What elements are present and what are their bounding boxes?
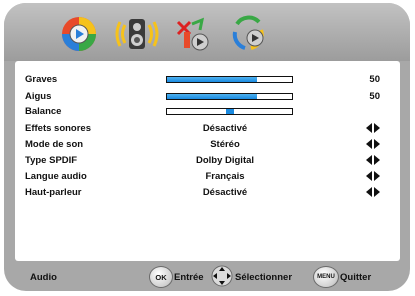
row-label: Balance bbox=[25, 106, 62, 117]
row-value: 50 bbox=[369, 91, 380, 102]
audio-speaker-icon bbox=[115, 19, 159, 49]
row-option-value: Français bbox=[205, 171, 245, 182]
ok-button-icon: OK bbox=[149, 266, 173, 288]
feature-tools-icon bbox=[176, 17, 209, 51]
tab-audio[interactable] bbox=[112, 11, 162, 57]
row-mode-de-son[interactable]: Mode de son Stéréo bbox=[25, 138, 390, 153]
enter-hint: Entrée bbox=[174, 272, 204, 283]
menu-button-label: MENU bbox=[317, 274, 335, 280]
row-label: Graves bbox=[25, 74, 58, 85]
row-label: Mode de son bbox=[25, 139, 84, 150]
row-value: 50 bbox=[369, 74, 380, 85]
row-effets-sonores[interactable]: Effets sonores Désactivé bbox=[25, 122, 390, 137]
row-type-spdif[interactable]: Type SPDIF Dolby Digital bbox=[25, 154, 390, 169]
row-option-value: Stéréo bbox=[210, 139, 240, 150]
treble-slider[interactable] bbox=[166, 93, 293, 100]
row-label: Effets sonores bbox=[25, 123, 91, 134]
row-haut-parleur[interactable]: Haut-parleur Désactivé bbox=[25, 186, 390, 201]
picture-icon bbox=[62, 17, 96, 51]
row-option-value: Dolby Digital bbox=[195, 155, 255, 166]
left-right-arrows-icon[interactable] bbox=[366, 123, 380, 133]
row-balance[interactable]: Balance bbox=[25, 105, 390, 120]
tab-setup[interactable] bbox=[224, 11, 274, 57]
row-langue-audio[interactable]: Langue audio Français bbox=[25, 170, 390, 185]
osd-menu-frame: Graves 50 Aigus 50 Balance Effets sonore… bbox=[4, 3, 410, 291]
row-label: Aigus bbox=[25, 91, 52, 102]
row-option-value: Désactivé bbox=[202, 187, 248, 198]
bass-slider-fill bbox=[167, 77, 257, 82]
footer-help-bar: Audio OK Entrée Sélectionner MENU Quitte… bbox=[4, 261, 410, 291]
left-right-arrows-icon[interactable] bbox=[366, 171, 380, 181]
left-right-arrows-icon[interactable] bbox=[366, 139, 380, 149]
bass-slider[interactable] bbox=[166, 76, 293, 83]
setup-icon bbox=[232, 15, 264, 50]
audio-settings-panel: Graves 50 Aigus 50 Balance Effets sonore… bbox=[15, 61, 400, 261]
left-right-arrows-icon[interactable] bbox=[366, 155, 380, 165]
row-graves[interactable]: Graves 50 bbox=[25, 73, 390, 88]
tab-picture[interactable] bbox=[54, 11, 104, 57]
ok-button-label: OK bbox=[155, 272, 167, 282]
current-menu-name: Audio bbox=[30, 272, 57, 283]
quit-hint: Quitter bbox=[340, 272, 372, 283]
balance-slider[interactable] bbox=[166, 108, 293, 115]
row-label: Haut-parleur bbox=[25, 187, 82, 198]
row-aigus[interactable]: Aigus 50 bbox=[25, 90, 390, 105]
row-label: Langue audio bbox=[25, 171, 87, 182]
select-hint: Sélectionner bbox=[235, 272, 293, 283]
balance-marker bbox=[225, 109, 234, 114]
tab-feature[interactable] bbox=[167, 11, 217, 57]
left-right-arrows-icon[interactable] bbox=[366, 187, 380, 197]
row-label: Type SPDIF bbox=[25, 155, 78, 166]
row-option-value: Désactivé bbox=[202, 123, 248, 134]
navigation-pad-icon bbox=[211, 265, 233, 287]
menu-button-icon: MENU bbox=[313, 266, 339, 288]
treble-slider-fill bbox=[167, 94, 257, 99]
menu-tabs bbox=[4, 3, 410, 61]
